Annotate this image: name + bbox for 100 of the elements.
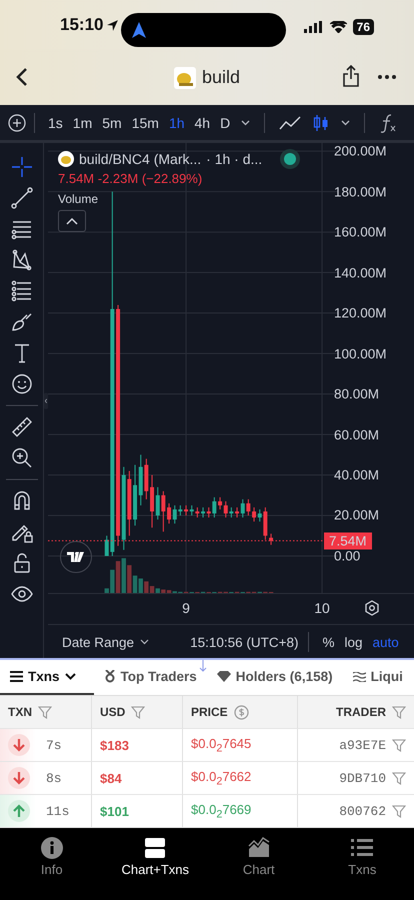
time-scale-label: 10 [314, 600, 330, 616]
token-title: build [202, 67, 240, 88]
txn-age: 7s [46, 738, 62, 752]
price-scale-label: 20.00M [334, 508, 380, 523]
list-icon [351, 837, 374, 859]
clock-time: 15:10 [60, 15, 104, 35]
interval-tab[interactable]: 15m [126, 114, 164, 130]
liquidity-tab[interactable]: Liqui [342, 660, 413, 695]
scale-toggle[interactable]: % [318, 634, 340, 650]
usd-amount: $183 [100, 738, 129, 752]
date-range-button[interactable]: Date Range [62, 634, 150, 650]
price-scale-label: 100.00M [334, 346, 387, 362]
holders-tab[interactable]: Holders (6,158) [206, 660, 343, 695]
ruler-tool-icon[interactable] [10, 415, 34, 439]
filter-icon[interactable] [392, 706, 406, 718]
indicators-icon[interactable] [379, 112, 398, 132]
market-status-dot [284, 153, 296, 165]
price-value: $0.0$_{2}$7662 [191, 768, 252, 788]
top-traders-tab[interactable]: Top Traders [94, 660, 207, 695]
medal-icon [104, 670, 116, 683]
caret-icon[interactable] [341, 120, 350, 126]
interval-tab[interactable]: 1h [164, 114, 190, 130]
menu-icon [10, 671, 23, 682]
filter-icon[interactable] [392, 772, 406, 784]
interval-tab[interactable]: D [215, 114, 236, 130]
price-scale-label: 160.00M [334, 224, 387, 240]
scale-toggle[interactable]: auto [368, 634, 404, 650]
collapse-button[interactable] [58, 210, 86, 232]
nav-tab[interactable]: Chart+Txns [104, 836, 207, 878]
clock-time: 15:10:56 (UTC+8) [190, 634, 298, 650]
more-icon[interactable] [378, 75, 396, 79]
filter-icon[interactable] [392, 804, 406, 818]
filter-icon[interactable] [131, 706, 146, 718]
column-header: USD [100, 705, 126, 719]
interval-tab[interactable]: 5m [97, 114, 127, 130]
interval-tab[interactable]: 4h [190, 114, 216, 130]
txn-age: 11s [46, 804, 70, 818]
trader-address[interactable]: 9DB710 [339, 770, 386, 786]
chart-icon [248, 837, 270, 859]
nav-tab[interactable]: Chart [207, 836, 310, 878]
trader-address[interactable]: a93E7E [339, 738, 386, 752]
trend-line-tool-icon[interactable] [10, 186, 34, 210]
column-header: TXN [8, 705, 32, 719]
tradingview-logo-icon[interactable] [60, 541, 92, 573]
price-scale-label: 140.00M [334, 265, 387, 280]
nav-tab[interactable]: Info [0, 836, 104, 878]
price-scale-label: 0.00 [334, 548, 360, 564]
time-scale-label: 9 [182, 600, 190, 616]
token-logo-icon [58, 151, 74, 167]
token-logo-icon [174, 66, 196, 88]
symbol-title: build/BNC4 (Mark... [79, 151, 202, 167]
price-change: 7.54M -2.23M (−22.89%) [58, 171, 204, 186]
usd-amount: $101 [100, 804, 129, 818]
add-icon[interactable] [8, 114, 26, 132]
currency-icon[interactable] [234, 704, 249, 720]
interval-tab[interactable]: 1m [68, 114, 98, 130]
filter-icon[interactable] [38, 706, 52, 718]
split-icon [144, 837, 166, 859]
price-value: $0.0$_{2}$7645 [191, 736, 252, 754]
candle [269, 533, 274, 546]
volume-label: Volume [58, 192, 100, 206]
caret-icon [140, 639, 150, 645]
location-icon [106, 18, 120, 32]
caret-icon[interactable] [241, 120, 250, 126]
battery-level: 76 [352, 19, 374, 35]
interval-text: · 1h · d... [206, 151, 262, 167]
emoji-tool-icon[interactable] [10, 372, 34, 396]
price-scale-label: 180.00M [334, 184, 387, 200]
column-header: PRICE [191, 705, 228, 719]
signal-icon [304, 21, 324, 33]
share-icon[interactable] [342, 65, 360, 87]
price-scale-label: 80.00M [334, 386, 380, 402]
pattern-tool-icon[interactable] [10, 248, 34, 272]
zoom-tool-icon[interactable] [10, 446, 34, 470]
line-chart-icon[interactable] [279, 116, 302, 130]
caret-icon [64, 673, 76, 680]
waves-icon [352, 672, 366, 682]
fib-tool-icon[interactable] [10, 279, 34, 303]
chevron-up-icon [66, 217, 78, 225]
wifi-icon [330, 21, 347, 33]
nav-tab[interactable]: Txns [310, 836, 414, 878]
filter-icon[interactable] [392, 738, 406, 752]
navigation-arrow-icon [132, 22, 146, 38]
candles-icon[interactable] [313, 114, 330, 132]
info-icon [40, 837, 63, 859]
back-icon[interactable] [16, 67, 28, 87]
scale-toggle[interactable]: log [340, 634, 368, 650]
trader-address[interactable]: 800762 [339, 804, 386, 818]
price-scale-label: 40.00M [334, 468, 380, 482]
diamond-icon [216, 671, 231, 682]
settings-icon[interactable] [364, 600, 380, 616]
usd-amount: $84 [100, 770, 122, 786]
price-scale-label: 120.00M [334, 306, 387, 321]
price-value: $0.0$_{2}$7669 [191, 802, 252, 820]
column-header: TRADER [336, 705, 386, 719]
interval-tab[interactable]: 1s [43, 114, 68, 130]
crosshair-tool-icon[interactable] [10, 155, 34, 179]
txn-age: 8s [46, 770, 62, 786]
last-price-tag: 7.54M [324, 532, 372, 550]
price-scale-label: 60.00M [334, 427, 380, 442]
